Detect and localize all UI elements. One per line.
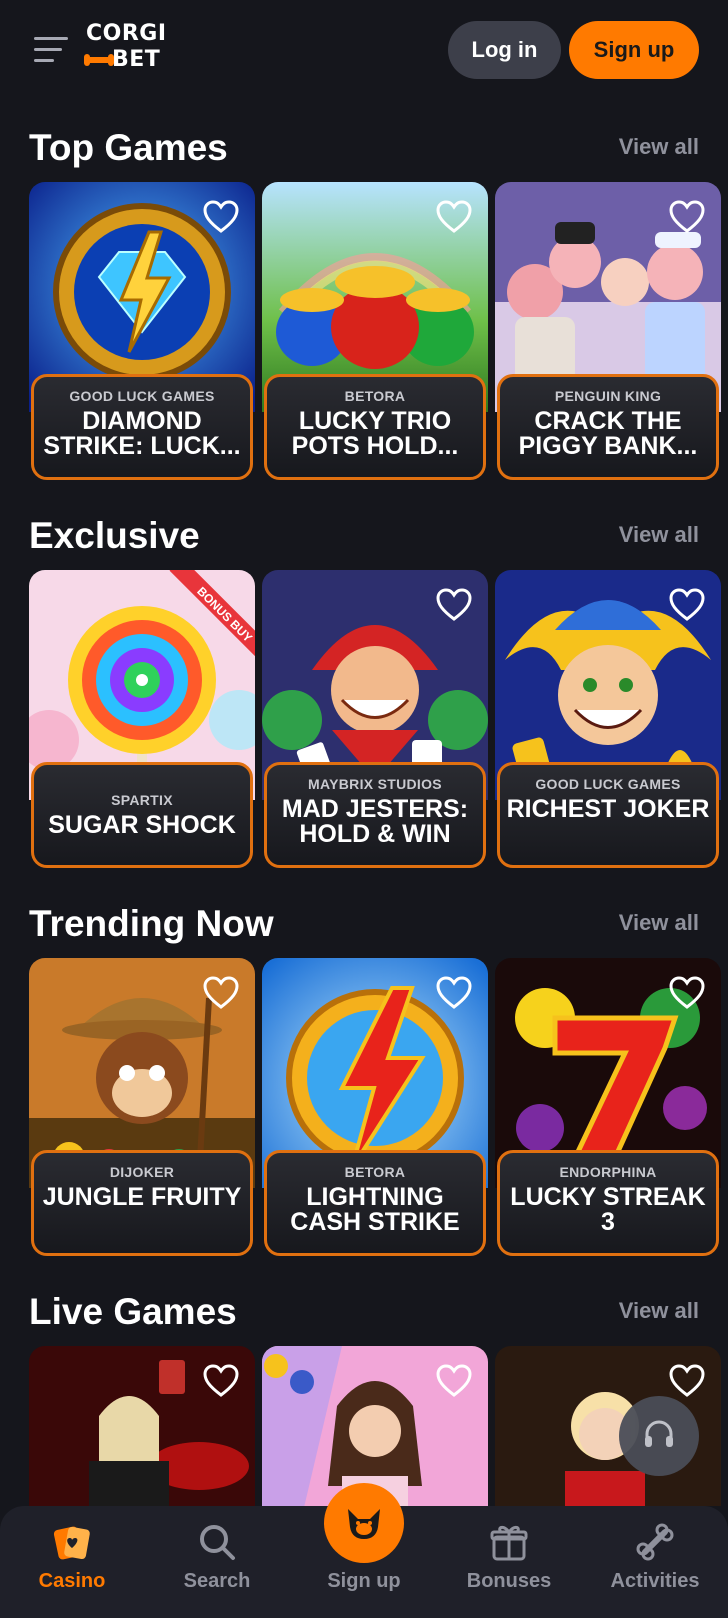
game-info: GOOD LUCK GAMES RICHEST JOKER (497, 762, 719, 868)
favorite-heart-icon[interactable] (203, 200, 239, 234)
game-title: LUCKY STREAK 3 (510, 1185, 706, 1235)
nav-activities-label: Activities (610, 1570, 700, 1592)
game-provider: DIJOKER (109, 1164, 175, 1180)
view-all-link[interactable]: View all (619, 1298, 699, 1324)
view-all-link[interactable]: View all (619, 910, 699, 936)
game-card[interactable]: GOOD LUCK GAMES DIAMOND STRIKE: LUCK... (29, 182, 255, 482)
game-title: DIAMOND STRIKE: LUCK... (43, 409, 241, 459)
game-info: MAYBRIX STUDIOS MAD JESTERS: HOLD & WIN (264, 762, 486, 868)
section-title: Top Games (29, 127, 228, 168)
game-card[interactable]: BETORA LUCKY TRIO POTS HOLD... (262, 182, 488, 482)
favorite-heart-icon[interactable] (669, 588, 705, 622)
search-icon (200, 1525, 235, 1560)
game-provider: BETORA (344, 388, 406, 404)
gift-icon (490, 1525, 528, 1561)
nav-casino[interactable]: Casino (12, 1506, 132, 1618)
nav-bonuses[interactable]: Bonuses (449, 1506, 569, 1618)
game-title: SUGAR SHOCK (48, 813, 236, 838)
game-info: SPARTIX SUGAR SHOCK (31, 762, 253, 868)
logo-text-bottom: BET (112, 47, 161, 72)
game-info: GOOD LUCK GAMES DIAMOND STRIKE: LUCK... (31, 374, 253, 480)
game-card[interactable]: DIJOKER JUNGLE FRUITY (29, 958, 255, 1258)
game-provider: PENGUIN KING (554, 388, 662, 404)
game-card[interactable]: PENGUIN KING CRACK THE PIGGY BANK... (495, 182, 721, 482)
game-title: RICHEST JOKER (506, 797, 710, 822)
logo[interactable]: CORGI BET (84, 21, 186, 72)
game-carousel[interactable]: GOOD LUCK GAMES DIAMOND STRIKE: LUCK... … (29, 182, 728, 482)
favorite-heart-icon[interactable] (436, 976, 472, 1010)
section-title: Live Games (29, 1291, 237, 1332)
cards-icon (53, 1526, 90, 1560)
game-card[interactable]: BONUS BUY SPARTIX SUGAR SHOCK (29, 570, 255, 870)
game-card[interactable]: ENDORPHINA LUCKY STREAK 3 (495, 958, 721, 1258)
favorite-heart-icon[interactable] (669, 976, 705, 1010)
game-info: BETORA LUCKY TRIO POTS HOLD... (264, 374, 486, 480)
section-top-games: Top Games View all GOOD LUCK GAMES DIAMO… (0, 126, 728, 496)
logo-text-top: CORGI (86, 21, 167, 46)
section-title: Exclusive (29, 515, 200, 556)
headset-icon (645, 1420, 673, 1447)
section-live-games: Live Games View all (0, 1290, 728, 1506)
game-title: LUCKY TRIO POTS HOLD... (291, 409, 459, 459)
section-exclusive: Exclusive View all BONUS BUY SPARTIX SUG… (0, 514, 728, 884)
game-carousel[interactable]: BONUS BUY SPARTIX SUGAR SHOCK MAYBRIX ST… (29, 570, 728, 870)
support-chat-button[interactable] (619, 1396, 699, 1476)
nav-search-label: Search (183, 1570, 251, 1592)
favorite-heart-icon[interactable] (436, 588, 472, 622)
favorite-heart-icon[interactable] (669, 1364, 705, 1398)
game-info: DIJOKER JUNGLE FRUITY (31, 1150, 253, 1256)
view-all-link[interactable]: View all (619, 134, 699, 160)
game-provider: BETORA (344, 1164, 406, 1180)
nav-search[interactable]: Search (157, 1506, 277, 1618)
favorite-heart-icon[interactable] (203, 976, 239, 1010)
game-info: PENGUIN KING CRACK THE PIGGY BANK... (497, 374, 719, 480)
game-info: ENDORPHINA LUCKY STREAK 3 (497, 1150, 719, 1256)
game-title: CRACK THE PIGGY BANK... (518, 409, 698, 459)
favorite-heart-icon[interactable] (436, 200, 472, 234)
login-button[interactable]: Log in (448, 21, 561, 79)
game-title: JUNGLE FRUITY (42, 1185, 242, 1210)
game-card[interactable]: BETORA LIGHTNING CASH STRIKE (262, 958, 488, 1258)
game-provider: MAYBRIX STUDIOS (308, 776, 442, 792)
favorite-heart-icon[interactable] (436, 1364, 472, 1398)
nav-signup-label: Sign up (327, 1570, 401, 1592)
game-provider: GOOD LUCK GAMES (69, 388, 215, 404)
bone-icon (84, 54, 114, 66)
section-title: Trending Now (29, 903, 274, 944)
game-card[interactable]: MAYBRIX STUDIOS MAD JESTERS: HOLD & WIN (262, 570, 488, 870)
favorite-heart-icon[interactable] (669, 200, 705, 234)
nav-bonuses-label: Bonuses (466, 1570, 552, 1592)
game-title: LIGHTNING CASH STRIKE (290, 1185, 460, 1235)
game-info: BETORA LIGHTNING CASH STRIKE (264, 1150, 486, 1256)
game-title: MAD JESTERS: HOLD & WIN (281, 797, 469, 847)
live-game-card[interactable] (262, 1346, 488, 1506)
bone-icon (636, 1523, 674, 1561)
section-trending-now: Trending Now View all DIJOKER JUNGLE FRU… (0, 902, 728, 1272)
header: CORGI BET Log in Sign up (0, 0, 728, 100)
game-provider: ENDORPHINA (559, 1164, 657, 1180)
favorite-heart-icon[interactable] (203, 1364, 239, 1398)
menu-icon[interactable] (34, 37, 68, 65)
signup-button[interactable]: Sign up (569, 21, 699, 79)
game-provider: GOOD LUCK GAMES (535, 776, 681, 792)
game-provider: SPARTIX (111, 792, 173, 808)
nav-activities[interactable]: Activities (595, 1506, 715, 1618)
game-carousel[interactable]: DIJOKER JUNGLE FRUITY BETORA LIGHTNING C… (29, 958, 728, 1258)
signup-fab-button[interactable] (324, 1483, 404, 1563)
corgi-icon (348, 1509, 380, 1539)
view-all-link[interactable]: View all (619, 522, 699, 548)
game-card[interactable]: GOOD LUCK GAMES RICHEST JOKER (495, 570, 721, 870)
nav-casino-label: Casino (38, 1570, 106, 1592)
live-game-card[interactable] (29, 1346, 255, 1506)
